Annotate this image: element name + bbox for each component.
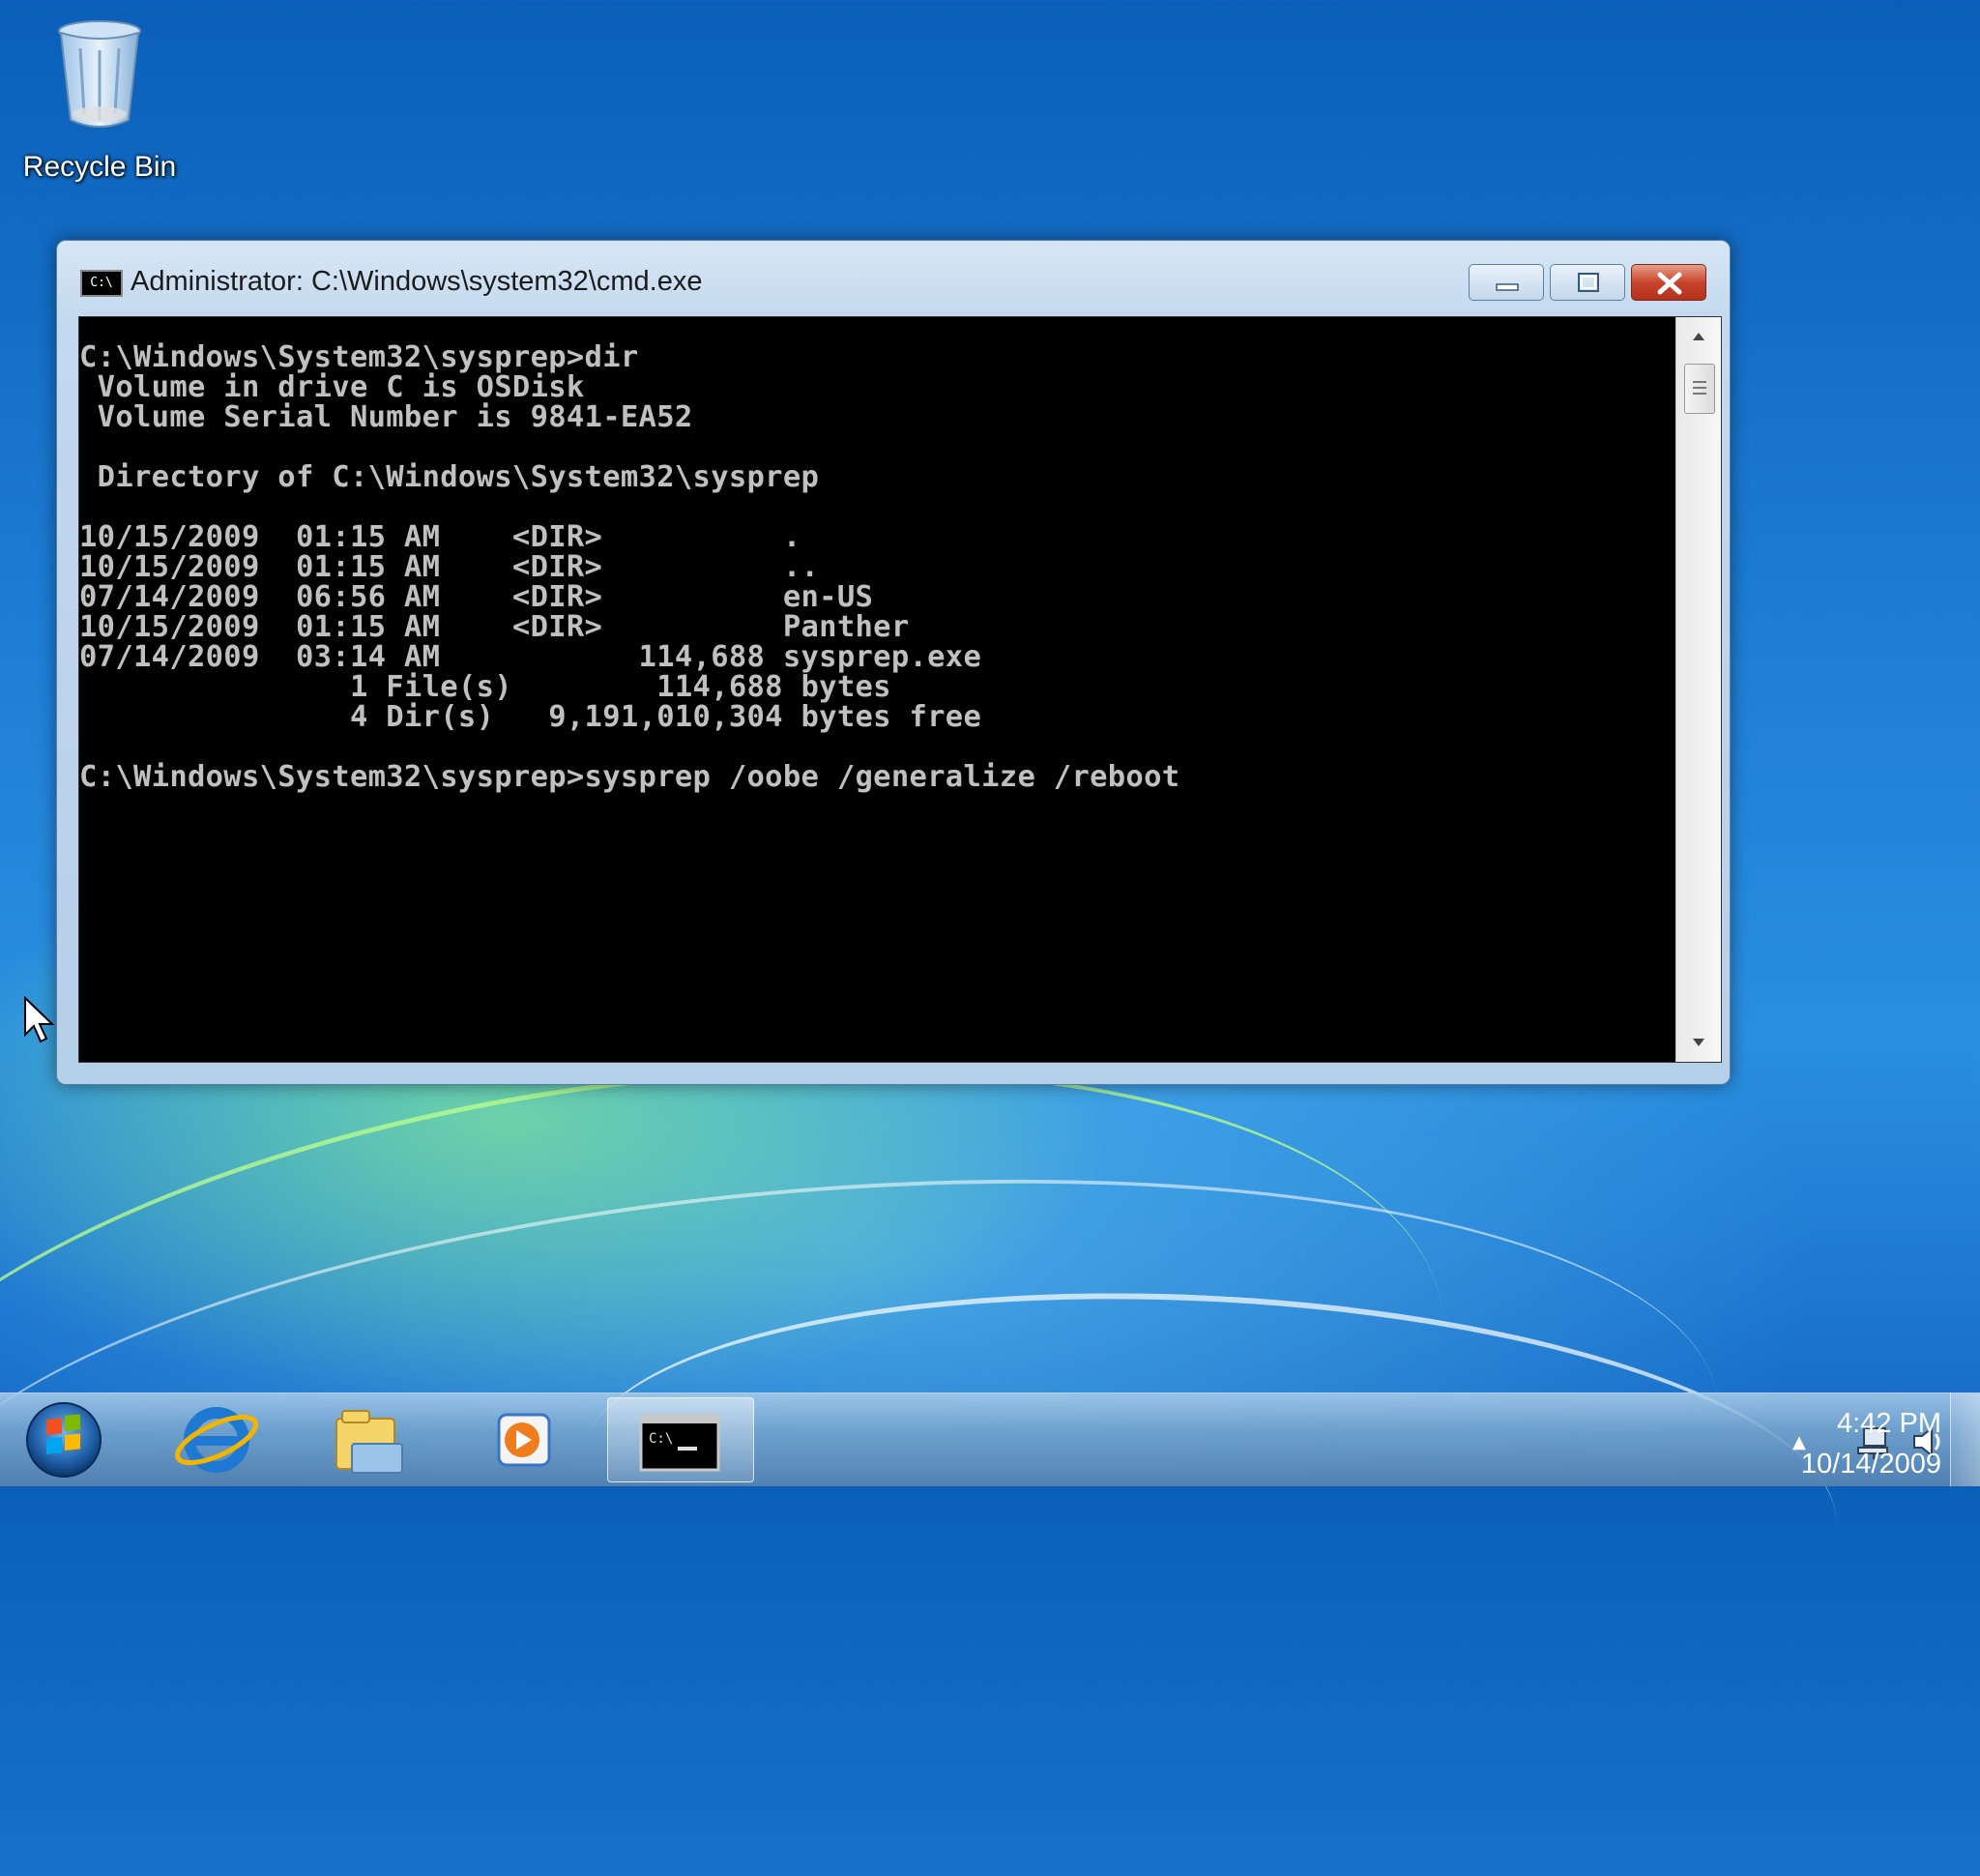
console-line: 10/15/2009 01:15 AM <DIR> Panther [79,610,910,644]
console-line: Volume in drive C is OSDisk [79,370,585,404]
scroll-down-button[interactable] [1676,1023,1721,1062]
taskbar-windows-explorer[interactable] [323,1397,427,1482]
windows-media-player-icon [497,1413,551,1467]
chevron-down-icon [1693,1039,1704,1046]
taskbar: C:\ ▲ 4:42 PM 10/14/2009 [0,1392,1980,1486]
maximize-icon [1578,273,1599,292]
close-button[interactable] [1631,264,1706,301]
cmd-icon: C:\ [80,270,123,297]
svg-text:C:\: C:\ [649,1431,673,1447]
console-line: 4 Dir(s) 9,191,010,304 bytes free [79,700,982,734]
vertical-scrollbar[interactable] [1675,317,1721,1062]
close-icon [1657,272,1682,295]
mouse-cursor-icon [24,996,55,1043]
console-line: 07/14/2009 03:14 AM 114,688 sysprep.exe [79,640,982,674]
console-line: C:\Windows\System32\sysprep>dir [79,340,639,374]
chevron-up-icon [1693,333,1704,340]
console-line: 1 File(s) 114,688 bytes [79,670,891,704]
grip-icon [1693,381,1706,395]
desktop-icon-label: Recycle Bin [22,151,177,183]
clock-date: 10/14/2009 [1800,1449,1941,1480]
system-tray: ▲ 4:42 PM 10/14/2009 [1574,1393,1980,1486]
clock-time: 4:42 PM [1837,1408,1941,1439]
minimize-icon [1496,283,1519,291]
console-output[interactable]: C:\Windows\System32\sysprep>dir Volume i… [79,317,1674,1062]
start-button[interactable] [19,1397,108,1482]
maximize-button[interactable] [1550,264,1625,301]
clock[interactable]: 4:42 PM 10/14/2009 [1801,1403,1941,1484]
wallpaper-swoosh [570,1263,1847,1721]
scroll-up-button[interactable] [1676,317,1721,356]
taskbar-cmd[interactable]: C:\ [607,1397,754,1482]
windows-start-icon [26,1402,102,1478]
console-line: 07/14/2009 06:56 AM <DIR> en-US [79,580,874,614]
console-command-line[interactable]: C:\Windows\System32\sysprep>sysprep /oob… [79,762,1674,792]
taskbar-internet-explorer[interactable] [164,1397,269,1482]
scroll-thumb[interactable] [1684,364,1715,414]
desktop-icon-recycle-bin[interactable]: Recycle Bin [17,19,182,184]
console-line: Directory of C:\Windows\System32\sysprep [79,460,820,494]
windows-explorer-icon [335,1410,403,1474]
console-line: 10/15/2009 01:15 AM <DIR> . [79,520,801,554]
taskbar-windows-media-player[interactable] [470,1397,574,1482]
cmd-window[interactable]: C:\ Administrator: C:\Windows\system32\c… [56,240,1731,1085]
title-bar[interactable]: C:\ Administrator: C:\Windows\system32\c… [57,241,1730,316]
internet-explorer-icon [175,1407,258,1473]
console-line: 10/15/2009 01:15 AM <DIR> .. [79,550,820,584]
console-area[interactable]: C:\Windows\System32\sysprep>dir Volume i… [78,316,1722,1063]
window-title: Administrator: C:\Windows\system32\cmd.e… [131,266,703,297]
cmd-icon: C:\ [639,1414,720,1472]
show-desktop-button[interactable] [1950,1393,1980,1486]
minimize-button[interactable] [1469,264,1544,301]
console-line: Volume Serial Number is 9841-EA52 [79,400,693,434]
recycle-bin-icon [58,20,141,128]
